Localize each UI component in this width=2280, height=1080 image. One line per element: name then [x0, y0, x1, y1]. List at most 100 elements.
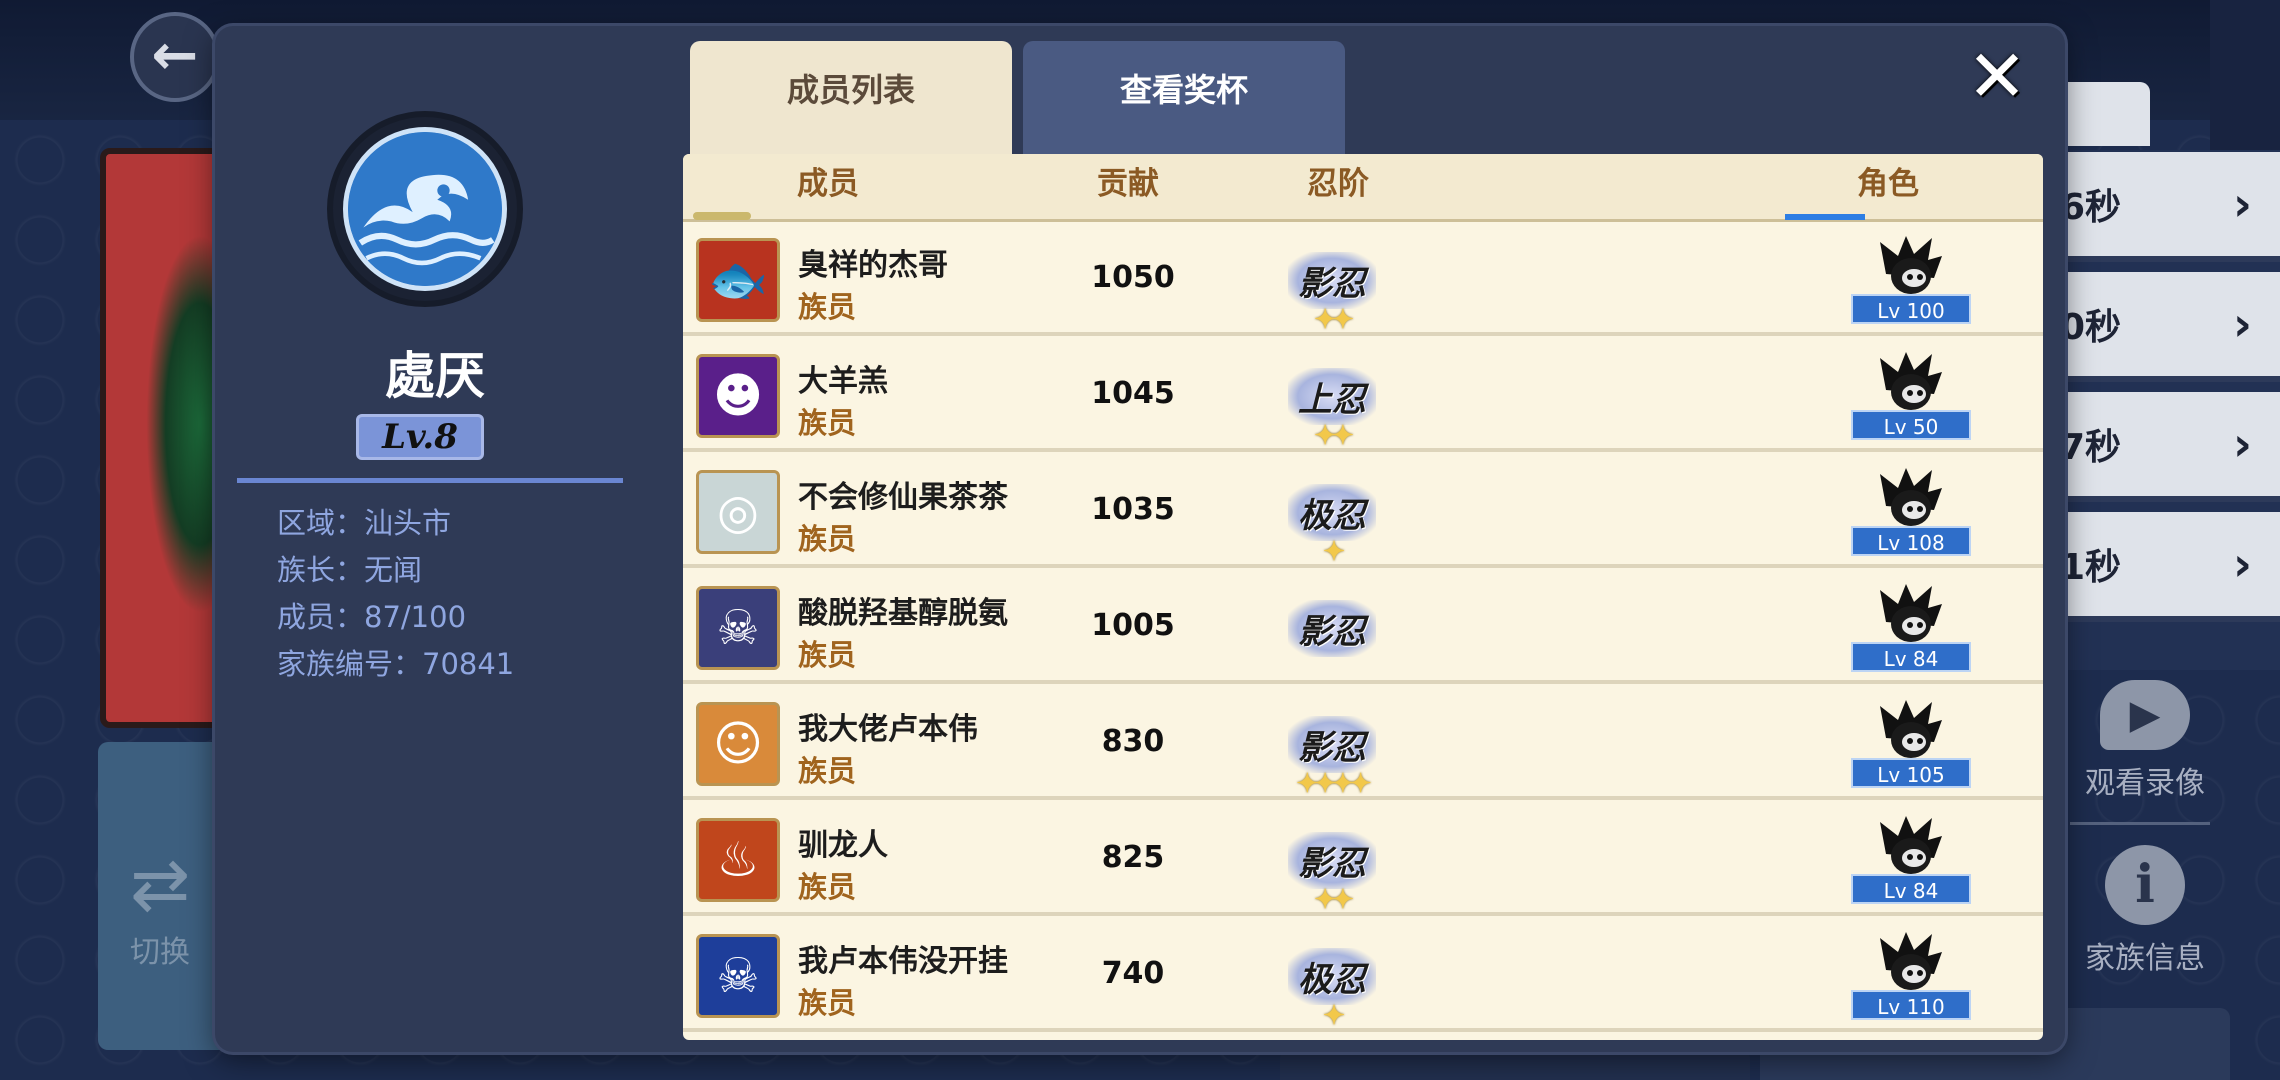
right-row-text: 6秒 — [2060, 187, 2122, 228]
member-name: 不会修仙果茶茶 — [798, 480, 1008, 515]
right-list-row[interactable]: 7秒 › — [2040, 392, 2280, 502]
family-level-badge: Lv.8 — [356, 414, 484, 460]
watch-video-button[interactable]: ▶ 观看录像 — [2050, 680, 2240, 802]
switch-label: 切换 — [130, 935, 190, 970]
ninja-character-icon — [1873, 350, 1949, 414]
rank-stars-icon: ✦✦ — [1314, 884, 1354, 915]
rank-text: 极忍 — [1298, 495, 1366, 536]
ninja-character-icon — [1873, 930, 1949, 994]
rank-badge: 上忍 ✦✦ — [1239, 354, 1425, 451]
member-contribution: 1005 — [1091, 608, 1175, 643]
right-row-text: 0秒 — [2060, 307, 2122, 348]
play-bubble-icon: ▶ — [2100, 680, 2190, 750]
header-role: 角色 — [1857, 166, 1919, 202]
right-divider — [2070, 822, 2210, 825]
family-details: 区域：汕头市 族长：无闻 成员：87/100 家族编号：70841 — [277, 500, 514, 688]
tab-member-list[interactable]: 成员列表 — [690, 41, 1012, 159]
role-header-underline — [1785, 214, 1865, 220]
member-contribution: 740 — [1101, 956, 1165, 991]
fox-girl-avatar[interactable]: ☺ — [696, 702, 780, 786]
member-title: 族员 — [798, 290, 857, 324]
tab-view-trophy[interactable]: 查看奖杯 — [1023, 41, 1345, 159]
info-icon: i — [2105, 845, 2185, 925]
family-region: 区域：汕头市 — [277, 506, 452, 540]
member-title: 族员 — [798, 986, 857, 1020]
right-top-edge — [2210, 0, 2280, 150]
member-title: 族员 — [798, 522, 857, 556]
rank-badge: 影忍 ✦✦ — [1239, 818, 1425, 915]
rank-stars-icon: ✦ — [1323, 1000, 1345, 1031]
table-row[interactable]: ♨ 驯龙人 族员 825 影忍 ✦✦ Lv 84 — [683, 804, 2043, 916]
role-character[interactable]: Lv 110 — [1851, 930, 1971, 1026]
member-table: 成员 贡献 忍阶 角色 🐟 臭祥的杰哥 族员 1050 影忍 ✦✦ Lv 100 ☻ 大羊羔 族员… — [683, 154, 2043, 1040]
header-member: 成员 — [797, 166, 859, 202]
chevron-right-icon: › — [2233, 417, 2252, 471]
header-rank: 忍阶 — [1307, 166, 1369, 202]
right-list-row[interactable]: 6秒 › — [2040, 152, 2280, 262]
table-row[interactable]: ☠ 我卢本伟没开挂 族员 740 极忍 ✦ Lv 110 — [683, 920, 2043, 1032]
role-character[interactable]: Lv 108 — [1851, 466, 1971, 562]
right-list-row[interactable]: 1秒 › — [2040, 512, 2280, 622]
rank-stars-icon: ✦✦ — [1314, 420, 1354, 451]
member-contribution: 825 — [1101, 840, 1165, 875]
ninja-character-icon — [1873, 814, 1949, 878]
family-emblem — [327, 111, 523, 307]
member-title: 族员 — [798, 406, 857, 440]
family-info-label: 家族信息 — [2085, 941, 2205, 976]
crowned-skull-avatar[interactable]: ☠ — [696, 934, 780, 1018]
member-contribution: 1045 — [1091, 376, 1175, 411]
family-leader: 族长：无闻 — [277, 553, 423, 587]
family-info-panel: 處厌 Lv.8 区域：汕头市 族长：无闻 成员：87/100 家族编号：7084… — [215, 26, 655, 1052]
role-level-badge: Lv 110 — [1851, 990, 1971, 1020]
table-row[interactable]: ◎ 不会修仙果茶茶 族员 1035 极忍 ✦ Lv 108 — [683, 456, 2043, 568]
role-character[interactable]: Lv 100 — [1851, 234, 1971, 330]
family-name: 處厌 — [385, 347, 485, 405]
rank-badge: 影忍 — [1239, 586, 1425, 670]
family-modal: 處厌 Lv.8 区域：汕头市 族长：无闻 成员：87/100 家族编号：7084… — [215, 26, 2065, 1052]
role-character[interactable]: Lv 84 — [1851, 582, 1971, 678]
shadow-demon-avatar[interactable]: ☻ — [696, 354, 780, 438]
rank-text: 影忍 — [1298, 843, 1366, 884]
table-row[interactable]: ☠ 酸脱羟基醇脱氨 族员 1005 影忍 Lv 84 — [683, 572, 2043, 684]
ninja-character-icon — [1873, 698, 1949, 762]
role-level-badge: Lv 84 — [1851, 874, 1971, 904]
rank-badge: 影忍 ✦✦✦✦ — [1239, 702, 1425, 799]
role-character[interactable]: Lv 105 — [1851, 698, 1971, 794]
member-title: 族员 — [798, 870, 857, 904]
chevron-right-icon: › — [2233, 297, 2252, 351]
left-divider — [237, 478, 623, 483]
rank-text: 影忍 — [1298, 611, 1366, 652]
rank-text: 上忍 — [1298, 379, 1366, 420]
member-title: 族员 — [798, 754, 857, 788]
role-level-badge: Lv 100 — [1851, 294, 1971, 324]
right-row-text: 1秒 — [2060, 547, 2122, 588]
role-level-badge: Lv 50 — [1851, 410, 1971, 440]
role-character[interactable]: Lv 50 — [1851, 350, 1971, 446]
bottom-button[interactable] — [1280, 1050, 1750, 1080]
rank-text: 极忍 — [1298, 959, 1366, 1000]
member-name: 我大佬卢本伟 — [798, 712, 978, 747]
family-info-button[interactable]: i 家族信息 — [2050, 845, 2240, 977]
ninja-character-icon — [1873, 582, 1949, 646]
ninja-character-icon — [1873, 466, 1949, 530]
rank-badge: 影忍 ✦✦ — [1239, 238, 1425, 335]
role-character[interactable]: Lv 84 — [1851, 814, 1971, 910]
red-hair-ninja-avatar[interactable]: ☠ — [696, 586, 780, 670]
table-row[interactable]: ☻ 大羊羔 族员 1045 上忍 ✦✦ Lv 50 — [683, 340, 2043, 452]
table-header: 成员 贡献 忍阶 角色 — [683, 154, 2043, 222]
wave-emblem-icon — [343, 127, 507, 291]
member-contribution: 830 — [1101, 724, 1165, 759]
ninja-character-icon — [1873, 234, 1949, 298]
table-row[interactable]: ☺ 我大佬卢本伟 族员 830 影忍 ✦✦✦✦ Lv 105 — [683, 688, 2043, 800]
back-arrow-icon[interactable]: ← — [130, 12, 220, 102]
glasses-book-avatar[interactable]: ◎ — [696, 470, 780, 554]
rank-badge: 极忍 ✦ — [1239, 470, 1425, 567]
table-row[interactable]: 🐟 臭祥的杰哥 族员 1050 影忍 ✦✦ Lv 100 — [683, 224, 2043, 336]
fire-dragon-avatar[interactable]: ♨ — [696, 818, 780, 902]
right-list-row[interactable]: 0秒 › — [2040, 272, 2280, 382]
koi-fish-avatar[interactable]: 🐟 — [696, 238, 780, 322]
close-icon[interactable]: ✕ — [1963, 40, 2031, 112]
member-title: 族员 — [798, 638, 857, 672]
family-id: 家族编号：70841 — [277, 647, 515, 681]
rank-badge: 极忍 ✦ — [1239, 934, 1425, 1031]
